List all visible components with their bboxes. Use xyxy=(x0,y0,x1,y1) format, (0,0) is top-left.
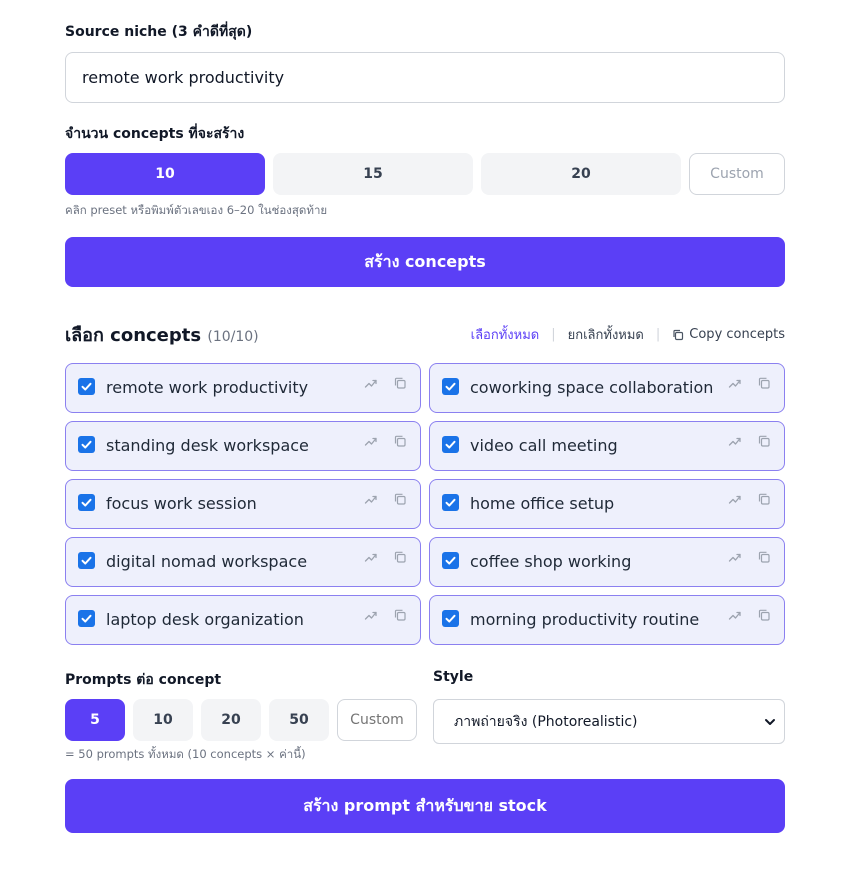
prompts-per-concept-label: Prompts ต่อ concept xyxy=(65,672,222,688)
copy-icon[interactable] xyxy=(393,491,407,505)
concept-checkbox[interactable] xyxy=(78,610,95,627)
copy-concepts-label: Copy concepts xyxy=(689,327,785,342)
divider: | xyxy=(551,327,556,342)
style-label: Style xyxy=(433,669,474,685)
concept-checkbox[interactable] xyxy=(442,436,459,453)
concept-label: morning productivity routine xyxy=(470,610,700,629)
concept-card[interactable]: focus work session xyxy=(65,479,421,529)
copy-icon[interactable] xyxy=(757,491,771,505)
concept-label: coffee shop working xyxy=(470,552,632,571)
concept-count-label: จำนวน concepts ที่จะสร้าง xyxy=(65,126,245,142)
concept-label: standing desk workspace xyxy=(106,436,309,455)
copy-icon[interactable] xyxy=(393,549,407,563)
concept-label: coworking space collaboration xyxy=(470,378,714,397)
trending-up-icon[interactable] xyxy=(364,549,378,563)
concept-card[interactable]: remote work productivity xyxy=(65,363,421,413)
concept-count-presets: 10 15 20 xyxy=(65,153,785,195)
concept-count-custom-input[interactable] xyxy=(689,153,785,195)
concept-checkbox[interactable] xyxy=(442,494,459,511)
select-concepts-count: (10/10) xyxy=(207,329,259,345)
copy-icon[interactable] xyxy=(757,375,771,389)
copy-icon[interactable] xyxy=(757,607,771,621)
prompts-preset-20[interactable]: 20 xyxy=(201,699,261,741)
divider: | xyxy=(655,327,661,342)
concept-label: video call meeting xyxy=(470,436,618,455)
select-all-link[interactable]: เลือกทั้งหมด xyxy=(471,324,540,345)
select-concepts-title: เลือก concepts xyxy=(65,325,202,346)
copy-icon[interactable] xyxy=(393,375,407,389)
concept-card[interactable]: home office setup xyxy=(429,479,785,529)
concept-label: remote work productivity xyxy=(106,378,309,397)
trending-up-icon[interactable] xyxy=(728,491,742,505)
concept-checkbox[interactable] xyxy=(78,378,95,395)
copy-icon[interactable] xyxy=(757,549,771,563)
prompts-preset-50[interactable]: 50 xyxy=(269,699,329,741)
concept-label: digital nomad workspace xyxy=(106,552,308,571)
copy-icon[interactable] xyxy=(393,433,407,447)
trending-up-icon[interactable] xyxy=(364,491,378,505)
concept-card[interactable]: laptop desk organization xyxy=(65,595,421,645)
select-concepts-actions: เลือกทั้งหมด | ยกเลิกทั้งหมด | Copy conc… xyxy=(471,324,785,345)
select-concepts-heading: เลือก concepts (10/10) xyxy=(65,320,259,349)
generate-concepts-button[interactable]: สร้าง concepts xyxy=(65,237,785,287)
deselect-all-link[interactable]: ยกเลิกทั้งหมด xyxy=(568,324,644,345)
prompts-preset-10[interactable]: 10 xyxy=(133,699,193,741)
concept-card[interactable]: standing desk workspace xyxy=(65,421,421,471)
trending-up-icon[interactable] xyxy=(364,375,378,389)
prompts-preset-5[interactable]: 5 xyxy=(65,699,125,741)
copy-icon[interactable] xyxy=(393,607,407,621)
source-niche-label: Source niche (3 คำดีที่สุด) xyxy=(65,24,253,40)
generate-prompts-button[interactable]: สร้าง prompt สำหรับขาย stock xyxy=(65,779,785,833)
concept-checkbox[interactable] xyxy=(78,436,95,453)
copy-icon[interactable] xyxy=(757,433,771,447)
trending-up-icon[interactable] xyxy=(728,607,742,621)
trending-up-icon[interactable] xyxy=(364,607,378,621)
concept-label: home office setup xyxy=(470,494,615,513)
concept-count-preset-20[interactable]: 20 xyxy=(481,153,681,195)
concept-card[interactable]: video call meeting xyxy=(429,421,785,471)
concept-count-preset-10[interactable]: 10 xyxy=(65,153,265,195)
prompts-per-concept-presets: 5 10 20 50 xyxy=(65,699,417,741)
concept-card[interactable]: digital nomad workspace xyxy=(65,537,421,587)
concept-checkbox[interactable] xyxy=(78,494,95,511)
concept-count-hint: คลิก preset หรือพิมพ์ตัวเลขเอง 6–20 ในช่… xyxy=(65,203,328,217)
concept-checkbox[interactable] xyxy=(442,378,459,395)
source-niche-input[interactable] xyxy=(65,52,785,103)
copy-concepts-button[interactable]: Copy concepts xyxy=(672,327,785,342)
concept-card[interactable]: coworking space collaboration xyxy=(429,363,785,413)
concept-card[interactable]: coffee shop working xyxy=(429,537,785,587)
concept-label: laptop desk organization xyxy=(106,610,304,629)
trending-up-icon[interactable] xyxy=(728,433,742,447)
concept-card[interactable]: morning productivity routine xyxy=(429,595,785,645)
trending-up-icon[interactable] xyxy=(364,433,378,447)
concept-checkbox[interactable] xyxy=(78,552,95,569)
style-select[interactable]: ภาพถ่ายจริง (Photorealistic) xyxy=(433,699,785,744)
prompts-total-hint: = 50 prompts ทั้งหมด (10 concepts × ค่าน… xyxy=(65,747,306,761)
trending-up-icon[interactable] xyxy=(728,375,742,389)
style-selected-value: ภาพถ่ายจริง (Photorealistic) xyxy=(454,713,638,730)
concept-label: focus work session xyxy=(106,494,257,513)
trending-up-icon[interactable] xyxy=(728,549,742,563)
concept-count-preset-15[interactable]: 15 xyxy=(273,153,473,195)
prompts-custom-input[interactable] xyxy=(337,699,417,741)
concept-checkbox[interactable] xyxy=(442,610,459,627)
chevron-down-icon xyxy=(765,719,775,725)
concept-checkbox[interactable] xyxy=(442,552,459,569)
copy-icon xyxy=(673,329,684,340)
